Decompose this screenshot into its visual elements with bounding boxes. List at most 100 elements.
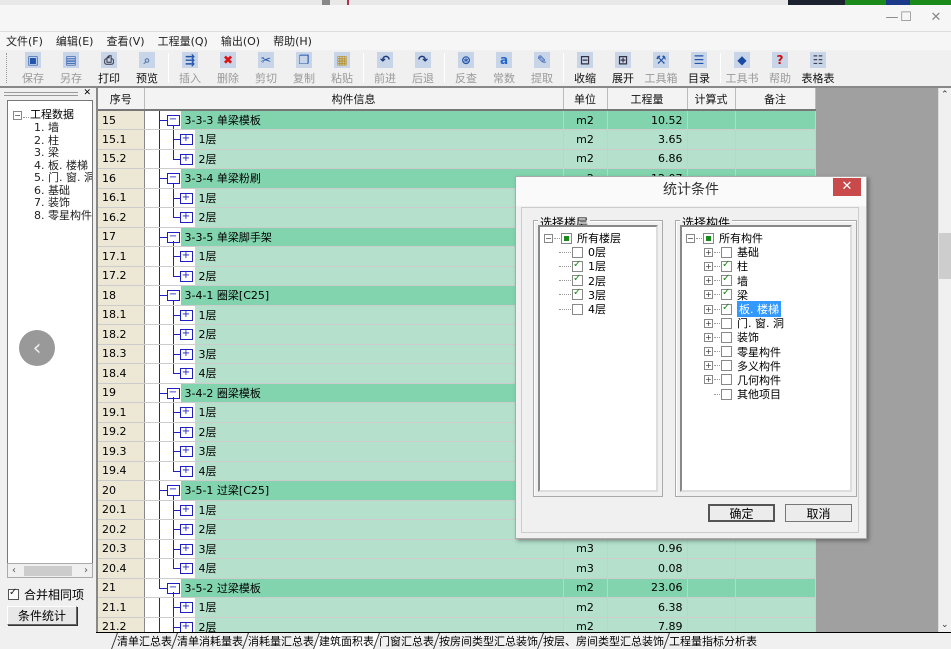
expand-icon[interactable]: + bbox=[179, 212, 193, 224]
partial-checkbox-icon[interactable] bbox=[703, 232, 714, 244]
checkbox-icon[interactable] bbox=[572, 273, 583, 287]
tree-node[interactable]: 7. 装饰 bbox=[8, 196, 92, 210]
print-button[interactable]: ⎙ 打印 bbox=[90, 50, 128, 86]
tree-node[interactable]: 1. 墙 bbox=[8, 121, 92, 135]
menu-item[interactable]: 查看(V) bbox=[106, 33, 144, 49]
close-window-button[interactable]: ✕ bbox=[921, 5, 951, 30]
cut-button[interactable]: ✂ 剪切 bbox=[247, 50, 285, 86]
maximize-button[interactable]: ☐ bbox=[891, 5, 921, 30]
expand-icon[interactable]: + bbox=[179, 134, 193, 146]
insert-button[interactable]: ⇶ 插入 bbox=[171, 50, 209, 86]
expand-icon[interactable]: + bbox=[704, 290, 713, 300]
checkbox-icon[interactable] bbox=[8, 587, 19, 600]
remark-cell[interactable] bbox=[735, 558, 816, 579]
checkbox-icon[interactable] bbox=[721, 360, 732, 372]
component-item[interactable]: +梁 bbox=[686, 287, 850, 302]
close-panel-icon[interactable]: ✕ bbox=[83, 88, 91, 98]
checkbox-icon[interactable] bbox=[721, 317, 732, 329]
checkbox-icon[interactable] bbox=[721, 273, 732, 287]
column-header[interactable]: 构件信息 bbox=[144, 88, 564, 111]
menu-item[interactable]: 工程量(Q) bbox=[158, 33, 208, 49]
checkbox-icon[interactable] bbox=[572, 287, 583, 301]
checkbox-icon[interactable] bbox=[721, 246, 732, 258]
column-header[interactable]: 序号 bbox=[98, 88, 145, 111]
menu-item[interactable]: 编辑(E) bbox=[56, 33, 94, 49]
checkbox-icon[interactable] bbox=[721, 302, 732, 315]
component-item[interactable]: + 零星构件 bbox=[686, 345, 850, 359]
floor-item[interactable]: 4层 bbox=[544, 302, 656, 316]
grid-vscrollbar[interactable]: ⌃ ⌄ bbox=[938, 88, 951, 632]
partial-checkbox-icon[interactable] bbox=[561, 232, 572, 244]
expand-icon[interactable]: + bbox=[179, 446, 193, 458]
component-tree[interactable]: −所有构件+基础+柱+墙+梁+板. 楼梯+门. 窗. 洞+装饰+零星构件+多义构… bbox=[680, 225, 852, 492]
copy-button[interactable]: ❐ 复制 bbox=[285, 50, 323, 86]
component-item[interactable]: + 门. 窗. 洞 bbox=[686, 316, 850, 330]
chevron-left-icon[interactable]: ‹ bbox=[19, 330, 55, 366]
expand-icon[interactable]: + bbox=[179, 348, 193, 360]
table-row[interactable]: 20.4 +4层 m3 0.08 bbox=[98, 558, 816, 579]
expand-icon[interactable]: + bbox=[179, 602, 193, 614]
checkbox-icon[interactable] bbox=[572, 303, 583, 315]
expand-icon[interactable]: + bbox=[179, 329, 193, 341]
remark-cell[interactable] bbox=[735, 110, 816, 130]
collapse-icon[interactable]: − bbox=[686, 233, 695, 243]
checkbox-icon[interactable] bbox=[721, 374, 732, 386]
formula-cell[interactable] bbox=[687, 617, 736, 632]
back-button[interactable]: ↷ 后退 bbox=[404, 50, 442, 86]
tree-node[interactable]: 5. 门. 窗. 洞 bbox=[8, 171, 92, 185]
forward-button[interactable]: ↶ 前进 bbox=[366, 50, 404, 86]
preview-button[interactable]: ⌕ 预览 bbox=[128, 50, 166, 86]
formula-cell[interactable] bbox=[687, 149, 736, 169]
expand-icon[interactable]: + bbox=[704, 347, 713, 357]
floor-item[interactable]: 3层 bbox=[544, 287, 656, 302]
paste-button[interactable]: ▦ 粘贴 bbox=[323, 50, 361, 86]
help-button[interactable]: ? 帮助 bbox=[761, 50, 799, 86]
tree-root[interactable]: − 工程数据 bbox=[8, 106, 92, 122]
menu-item[interactable]: 文件(F) bbox=[6, 33, 43, 49]
tree-hscrollbar[interactable]: ‹ › bbox=[7, 563, 93, 578]
table-row[interactable]: 21−3-5-2 过梁模板 m2 23.06 bbox=[98, 578, 816, 598]
checkbox-icon[interactable] bbox=[721, 259, 732, 272]
component-item[interactable]: 其他项目 bbox=[686, 387, 850, 401]
table-row[interactable]: 20.3 +3层 m3 0.96 bbox=[98, 539, 816, 559]
formula-cell[interactable] bbox=[687, 110, 736, 130]
collapse-icon[interactable]: − bbox=[544, 233, 553, 243]
expand-icon[interactable]: + bbox=[179, 407, 193, 419]
expand-icon[interactable]: + bbox=[179, 621, 193, 632]
table-row[interactable]: 15−3-3-3 单梁模板 m2 10.52 bbox=[98, 110, 816, 130]
expand-icon[interactable]: + bbox=[179, 251, 193, 263]
cancel-button[interactable]: 取消 bbox=[785, 504, 852, 522]
component-item[interactable]: + 基础 bbox=[686, 245, 850, 259]
component-item[interactable]: +墙 bbox=[686, 273, 850, 288]
expand-icon[interactable]: + bbox=[179, 309, 193, 321]
collapse-button[interactable]: ⊟ 收缩 bbox=[566, 50, 604, 86]
column-header[interactable]: 工程量 bbox=[607, 88, 688, 111]
component-item[interactable]: + 装饰 bbox=[686, 330, 850, 344]
expand-icon[interactable]: + bbox=[179, 563, 193, 575]
toolbox-button[interactable]: ⚒ 工具箱 bbox=[642, 50, 680, 86]
expand-icon[interactable]: + bbox=[704, 375, 713, 385]
expand-icon[interactable]: + bbox=[704, 332, 713, 342]
reverse-lookup-button[interactable]: ⊛ 反查 bbox=[447, 50, 485, 86]
collapse-icon[interactable]: − bbox=[13, 111, 22, 120]
column-header[interactable]: 计算式 bbox=[687, 88, 736, 111]
floor-item[interactable]: 1层 bbox=[544, 259, 656, 273]
toolbar-grip[interactable] bbox=[6, 53, 9, 83]
expand-icon[interactable]: + bbox=[704, 276, 713, 286]
table-button[interactable]: ☷ 表格表 bbox=[799, 50, 837, 86]
component-item[interactable]: + 几何构件 bbox=[686, 373, 850, 387]
floor-tree[interactable]: −所有楼层0层1层2层3层4层 bbox=[538, 225, 658, 492]
checkbox-icon[interactable] bbox=[572, 259, 583, 272]
remark-cell[interactable] bbox=[735, 149, 816, 169]
constant-button[interactable]: a 常数 bbox=[485, 50, 523, 86]
scroll-up-icon[interactable]: ⌃ bbox=[941, 90, 949, 100]
floor-item[interactable]: 2层 bbox=[544, 273, 656, 288]
formula-cell[interactable] bbox=[687, 558, 736, 579]
column-header[interactable]: 备注 bbox=[735, 88, 816, 111]
expand-icon[interactable]: + bbox=[704, 261, 713, 271]
formula-cell[interactable] bbox=[687, 578, 736, 598]
remark-cell[interactable] bbox=[735, 617, 816, 632]
expand-icon[interactable]: + bbox=[179, 524, 193, 536]
checkbox-icon[interactable] bbox=[572, 246, 583, 258]
save-as-button[interactable]: ▤ 另存 bbox=[52, 50, 90, 86]
